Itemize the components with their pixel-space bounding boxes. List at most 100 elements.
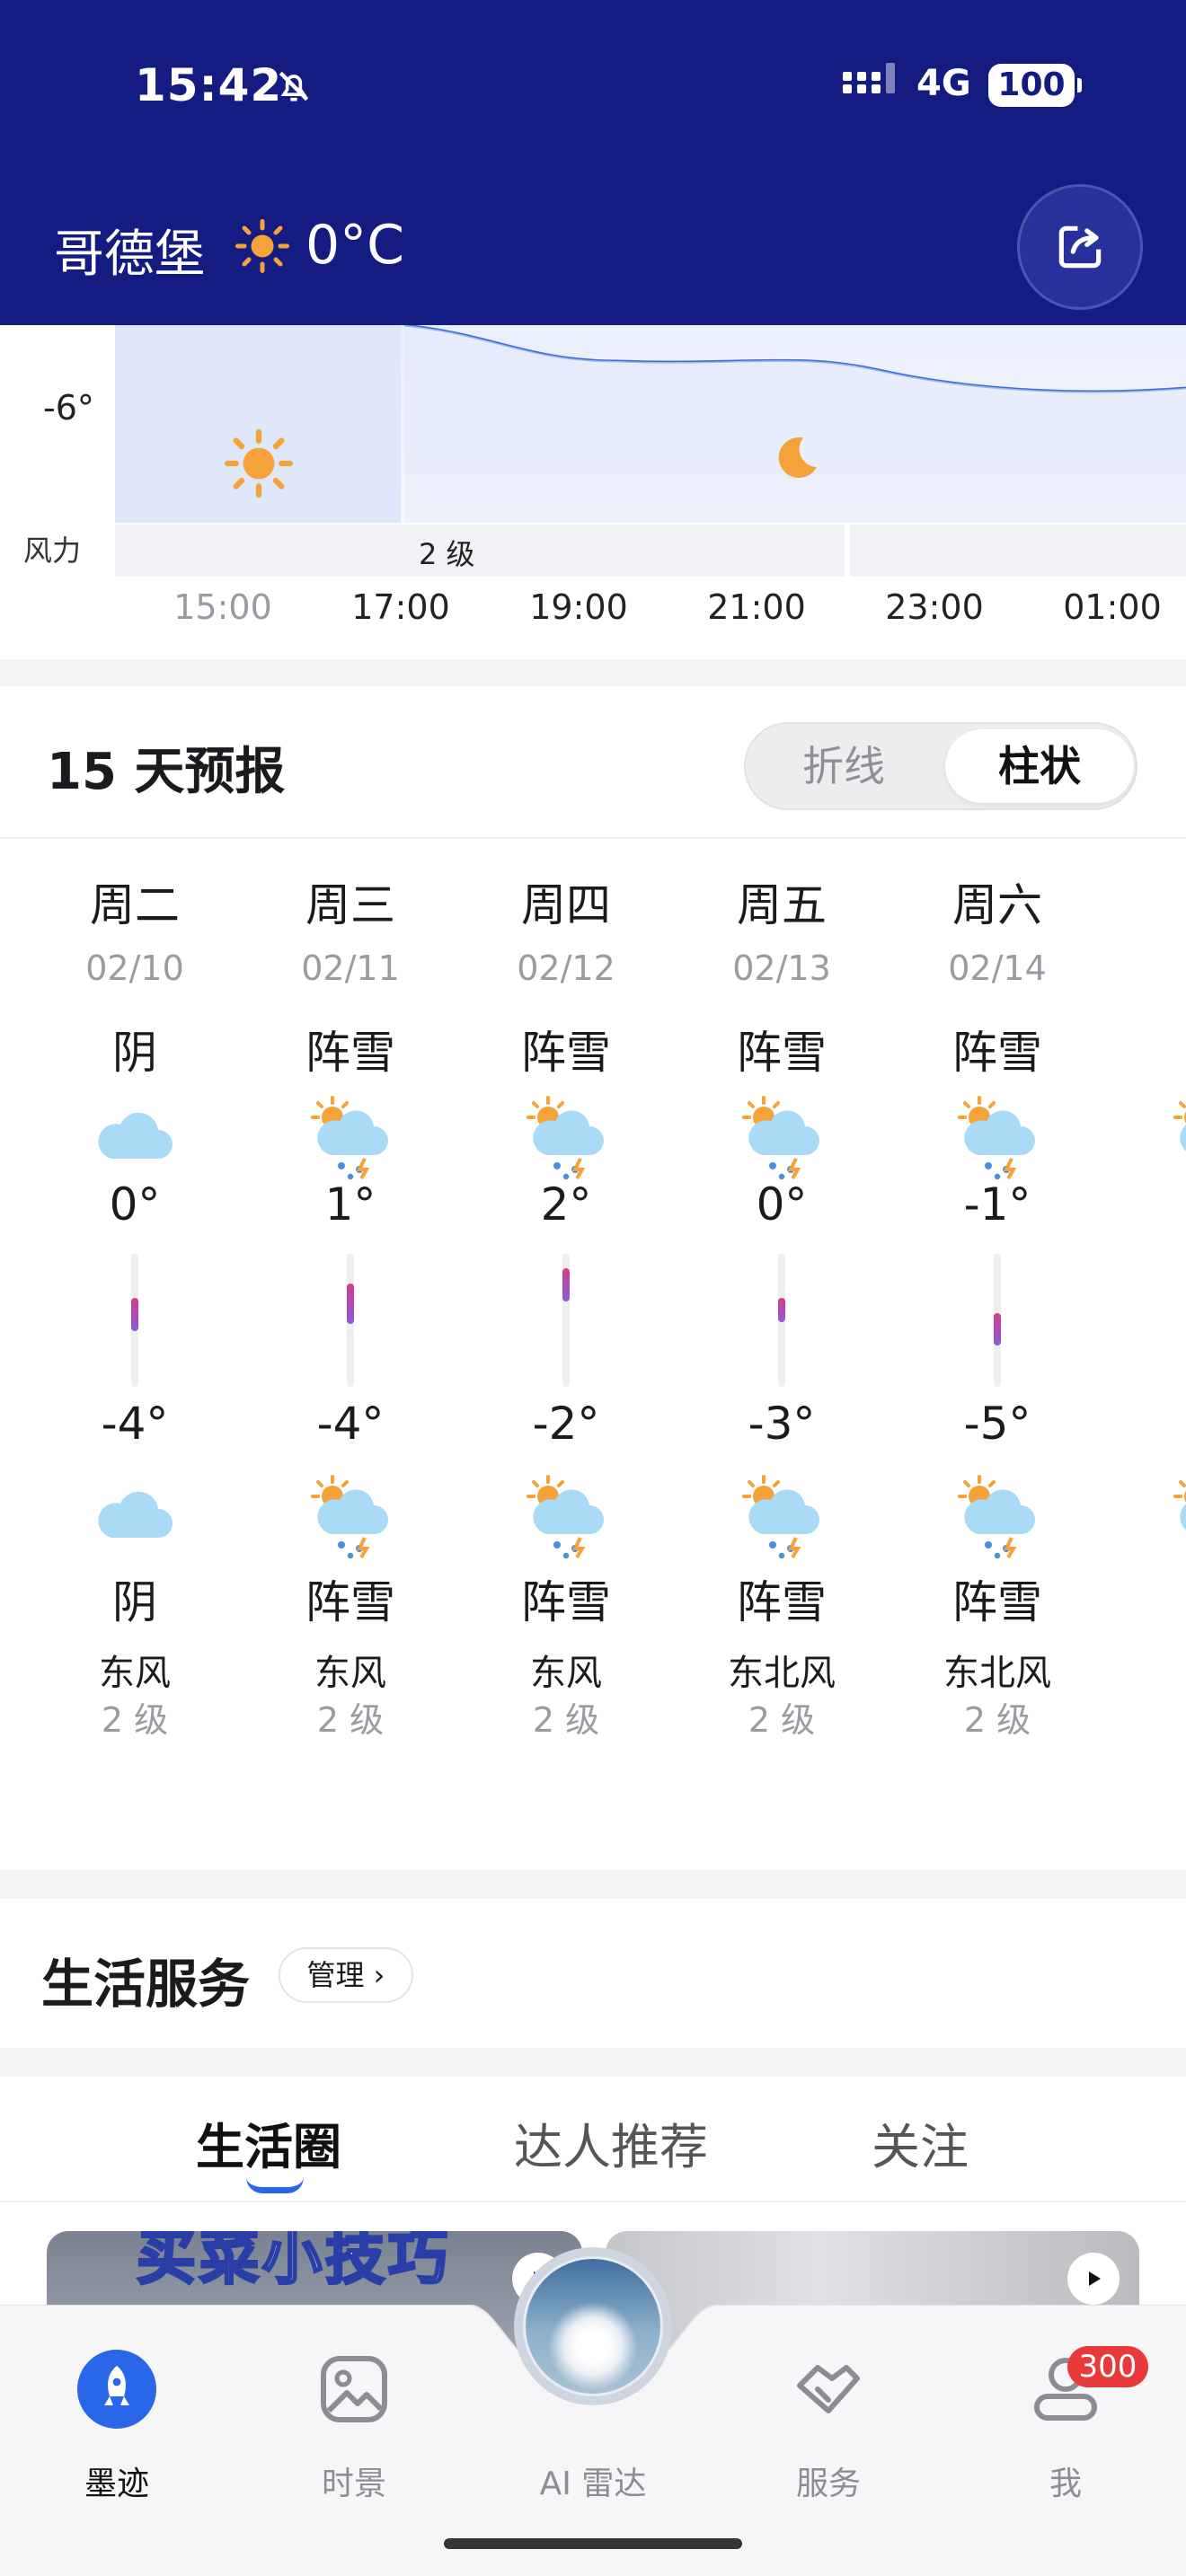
snow-shower-icon (737, 1094, 827, 1180)
feed-card-title: 买菜小技巧 (136, 2231, 451, 2294)
home-indicator (444, 2538, 742, 2549)
weekday: 周 (1105, 869, 1186, 934)
wind-direction: 东北风 (943, 1653, 1051, 1694)
notification-badge: 300 (1067, 2346, 1148, 2387)
date: 02/10 (85, 948, 184, 988)
ai-radar-globe-icon[interactable] (514, 2247, 672, 2405)
hour-label: 17:00 (351, 587, 450, 627)
day-condition: 阵雪 (737, 1027, 827, 1079)
day-condition: 阵雪 (952, 1027, 1042, 1079)
tab-life-circle[interactable]: 生活圈 (196, 2107, 341, 2178)
day-condition: 阵 (1105, 1017, 1186, 1081)
temperature-range-track (131, 1254, 138, 1387)
city-name[interactable]: 哥德堡 (54, 214, 205, 287)
day-condition: 阵雪 (305, 1027, 395, 1079)
divider (0, 2201, 1186, 2202)
forecast-days[interactable]: 周二 02/10 阴 0° -4° 阴东风 2 级 周三 02/11 阵雪 1° -4° 阵雪 东风 2 级… (0, 839, 1186, 1863)
wind-direction: 东风 (530, 1653, 602, 1694)
network-type: 4G (916, 63, 971, 104)
night-condition: 阵雪 (305, 1576, 395, 1628)
night-condition: 阵雪 (521, 1576, 611, 1628)
high-temperature: 2° (540, 1178, 592, 1231)
tab-following[interactable]: 关注 (872, 2107, 969, 2178)
bell-muted-icon (279, 71, 309, 101)
tab-expert-picks[interactable]: 达人推荐 (514, 2107, 708, 2178)
temperature-range-track (994, 1254, 1001, 1387)
temperature-range-bar (562, 1268, 570, 1301)
high-temperature: -1° (963, 1178, 1031, 1231)
hour-label: 19:00 (529, 587, 628, 627)
life-service-section: 生活服务 管理 › (0, 1899, 1186, 2048)
share-icon (1058, 225, 1102, 269)
snow-shower-icon (521, 1473, 611, 1559)
day-condition: 阴 (112, 1027, 157, 1079)
temperature-range-bar (347, 1283, 354, 1325)
date: 0 (1105, 948, 1186, 988)
rocket-icon (77, 2350, 156, 2429)
forecast-title: 15 天预报 (47, 743, 286, 801)
cloud-icon (90, 1094, 180, 1175)
snow-shower-icon (1168, 1473, 1186, 1554)
hourly-forecast[interactable]: -6° 风力 2 级 15:00 17:00 19:00 21:00 23:00… (0, 325, 1186, 659)
low-temperature: -4° (101, 1398, 169, 1450)
low-temperature: -5° (963, 1398, 1031, 1450)
hour-label: 01:00 (1063, 587, 1162, 627)
manage-button[interactable]: 管理 › (279, 1947, 413, 2003)
low-temperature: -4° (316, 1398, 385, 1450)
snow-shower-icon (521, 1094, 611, 1180)
high-temperature: - (1105, 1178, 1186, 1231)
wind-level: 2 级 (532, 1700, 600, 1740)
toggle-bar[interactable]: 柱状 (945, 729, 1134, 803)
temperature-range-bar (994, 1312, 1001, 1345)
forecast-day[interactable]: 周 0 阵 - - 阵西2 (1105, 839, 1186, 1863)
date: 02/12 (517, 948, 615, 988)
weekday: 周二 (90, 879, 180, 931)
temperature-axis-label: -6° (43, 388, 94, 428)
high-temperature: 1° (324, 1178, 376, 1231)
forecast-day[interactable]: 周二 02/10 阴 0° -4° 阴东风 2 级 (27, 839, 243, 1863)
wind-level: 2 (1105, 1692, 1186, 1732)
wind-direction: 东北风 (728, 1653, 836, 1694)
wind-band (115, 525, 845, 577)
low-temperature: -3° (748, 1398, 816, 1450)
wind-level: 2 级 (101, 1700, 169, 1740)
wind-band-next (850, 525, 1186, 577)
nav-label: 服务 (795, 2466, 861, 2502)
snow-shower-icon (305, 1094, 395, 1180)
nav-label: 时景 (321, 2466, 386, 2502)
chart-mode-toggle[interactable]: 折线 柱状 (744, 722, 1137, 810)
play-icon[interactable] (1067, 2253, 1120, 2305)
snow-shower-icon (952, 1473, 1042, 1559)
snow-shower-icon (305, 1473, 395, 1559)
low-temperature: - (1105, 1398, 1186, 1450)
forecast-day[interactable]: 周四 02/12 阵雪 2° -2° 阵雪 东风 2 级 (458, 839, 674, 1863)
wind-direction: 东风 (99, 1653, 171, 1694)
night-condition: 阵雪 (952, 1576, 1042, 1628)
current-temperature: 0°C (305, 214, 405, 277)
wind-direction: 东风 (314, 1653, 386, 1694)
hour-label: 21:00 (707, 587, 806, 627)
date: 02/11 (301, 948, 400, 988)
weekday: 周五 (737, 879, 827, 931)
wind-level: 2 级 (748, 1700, 816, 1740)
wind-row-label: 风力 (23, 534, 82, 568)
battery-icon: 100 (988, 64, 1082, 107)
forecast-day[interactable]: 周五 02/13 阵雪 0° -3° 阵雪 东北风 2 级 (674, 839, 890, 1863)
night-condition: 阵雪 (737, 1576, 827, 1628)
weekday: 周三 (305, 879, 395, 931)
share-button[interactable] (1017, 184, 1143, 310)
weekday: 周六 (952, 879, 1042, 931)
forecast-day[interactable]: 周六 02/14 阵雪 -1° -5° 阵雪 东北风 2 级 (890, 839, 1105, 1863)
forecast-day[interactable]: 周三 02/11 阵雪 1° -4° 阵雪 东风 2 级 (243, 839, 458, 1863)
sun-icon (225, 429, 293, 498)
nav-label: 墨迹 (84, 2466, 149, 2502)
nav-label: 我 (1049, 2466, 1082, 2502)
toggle-line[interactable]: 折线 (749, 729, 938, 803)
snow-shower-icon (737, 1473, 827, 1559)
handshake-icon (797, 2365, 860, 2413)
day-condition: 阵雪 (521, 1027, 611, 1079)
snow-shower-icon (1168, 1094, 1186, 1175)
cloud-icon (90, 1473, 180, 1554)
date: 02/13 (732, 948, 831, 988)
night-condition: 阵 (1105, 1566, 1186, 1631)
